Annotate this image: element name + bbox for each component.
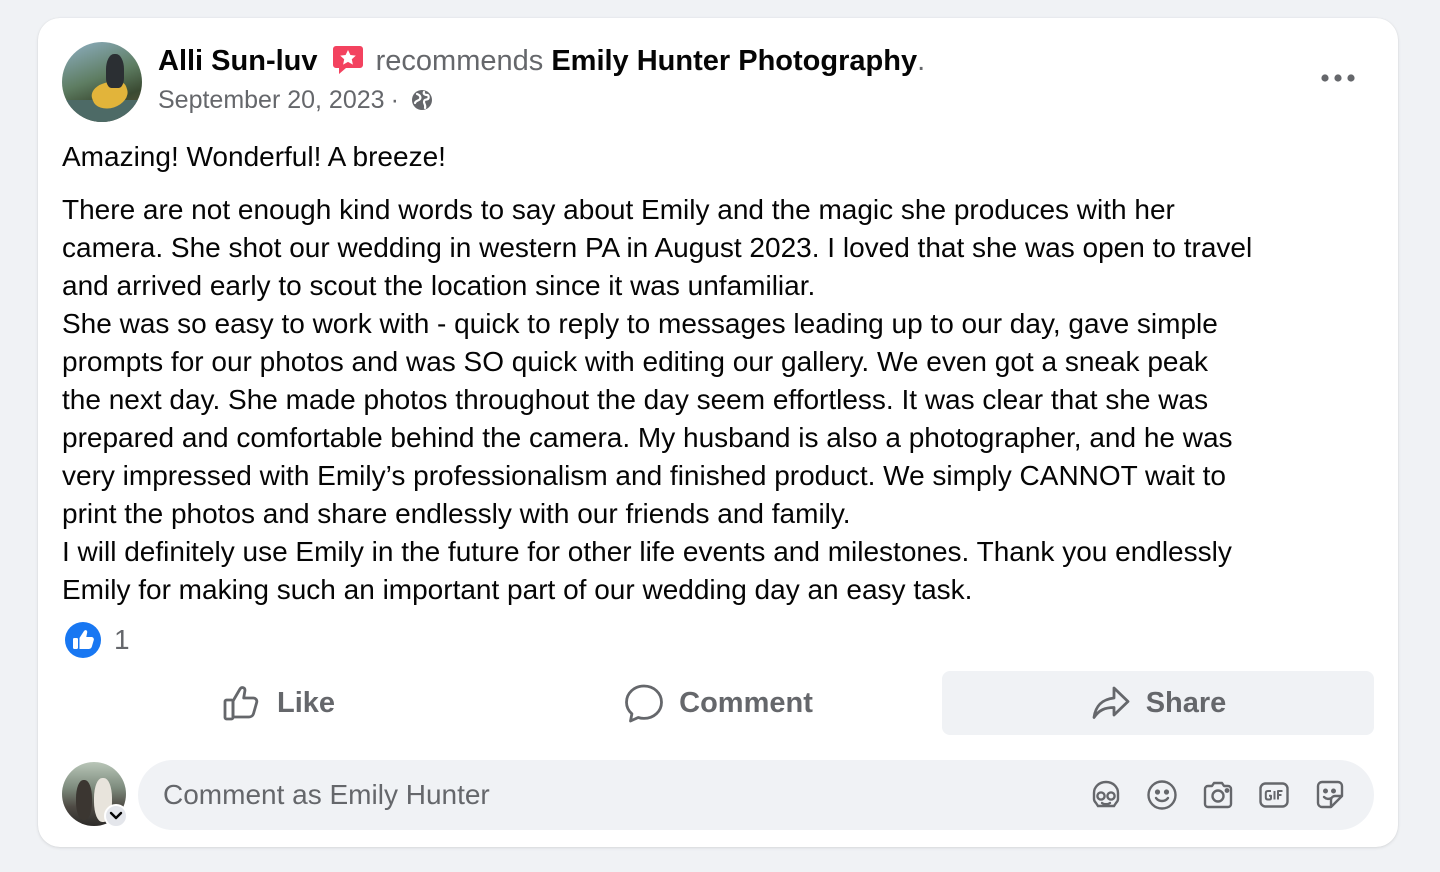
more-options-button[interactable] (1314, 56, 1362, 100)
meta-separator: · (390, 86, 399, 114)
reaction-count: 1 (114, 624, 130, 655)
post-body-line: I will definitely use Emily in the futur… (62, 536, 1232, 567)
avatar-sticker-button[interactable] (1078, 767, 1134, 823)
post-date[interactable]: September 20, 2023 (158, 86, 385, 114)
chevron-down-icon (109, 811, 123, 820)
post-body-line: and arrived early to scout the location … (62, 270, 816, 301)
globe-icon[interactable] (410, 88, 434, 112)
more-horizontal-icon (1321, 74, 1355, 82)
gif-button[interactable] (1246, 767, 1302, 823)
composer-tools (1078, 767, 1358, 823)
post-meta: September 20, 2023 · (158, 84, 434, 116)
profile-switcher-button[interactable] (104, 804, 128, 828)
post-body-line: camera. She shot our wedding in western … (62, 232, 1253, 263)
share-button[interactable]: Share (942, 671, 1374, 735)
like-button[interactable]: Like (62, 671, 494, 735)
comment-composer (138, 760, 1374, 830)
post-body-line: There are not enough kind words to say a… (62, 194, 1175, 225)
comment-input[interactable] (138, 760, 1078, 830)
emoji-button[interactable] (1134, 767, 1190, 823)
comment-button[interactable]: Comment (502, 671, 934, 735)
post-body-line: Emily for making such an important part … (62, 574, 973, 605)
gif-icon (1259, 782, 1289, 808)
share-label: Share (1145, 686, 1227, 719)
sticker-button[interactable] (1302, 767, 1358, 823)
post-body-line: prepared and comfortable behind the came… (62, 422, 1233, 453)
speech-bubble-icon (625, 684, 664, 723)
avatar-icon (1092, 780, 1120, 808)
recommends-text: recommends (375, 45, 544, 77)
post-body-line: very impressed with Emily’s professional… (62, 460, 1226, 491)
sticker-icon (1316, 780, 1344, 809)
post-header: Alli Sun-luv recommends Emily Hunter Pho… (158, 42, 925, 80)
author-avatar[interactable] (62, 42, 142, 122)
camera-icon (1203, 781, 1233, 809)
like-label: Like (276, 686, 336, 719)
thumbs-up-icon (223, 686, 259, 721)
author-name[interactable]: Alli Sun-luv (158, 45, 318, 77)
page-name-link[interactable]: Emily Hunter Photography (551, 45, 917, 77)
post-body-line: the next day. She made photos throughout… (62, 384, 1209, 415)
photo-button[interactable] (1190, 767, 1246, 823)
post-body: There are not enough kind words to say a… (62, 191, 1382, 609)
reaction-summary[interactable]: 1 (64, 621, 130, 659)
post-headline: Amazing! Wonderful! A breeze! (62, 141, 446, 172)
post-body-line: print the photos and share endlessly wit… (62, 498, 851, 529)
header-period: . (917, 45, 926, 77)
recommendation-star-icon (332, 46, 363, 74)
thumbs-up-icon (65, 622, 101, 658)
comment-label: Comment (679, 686, 813, 719)
post-body-line: prompts for our photos and was SO quick … (62, 346, 1209, 377)
share-arrow-icon (1092, 686, 1130, 719)
review-post-card: Alli Sun-luv recommends Emily Hunter Pho… (38, 18, 1398, 847)
smiley-icon (1147, 780, 1177, 810)
post-body-line: She was so easy to work with - quick to … (62, 308, 1218, 339)
post-action-bar: Like Comment Share (62, 671, 1374, 735)
